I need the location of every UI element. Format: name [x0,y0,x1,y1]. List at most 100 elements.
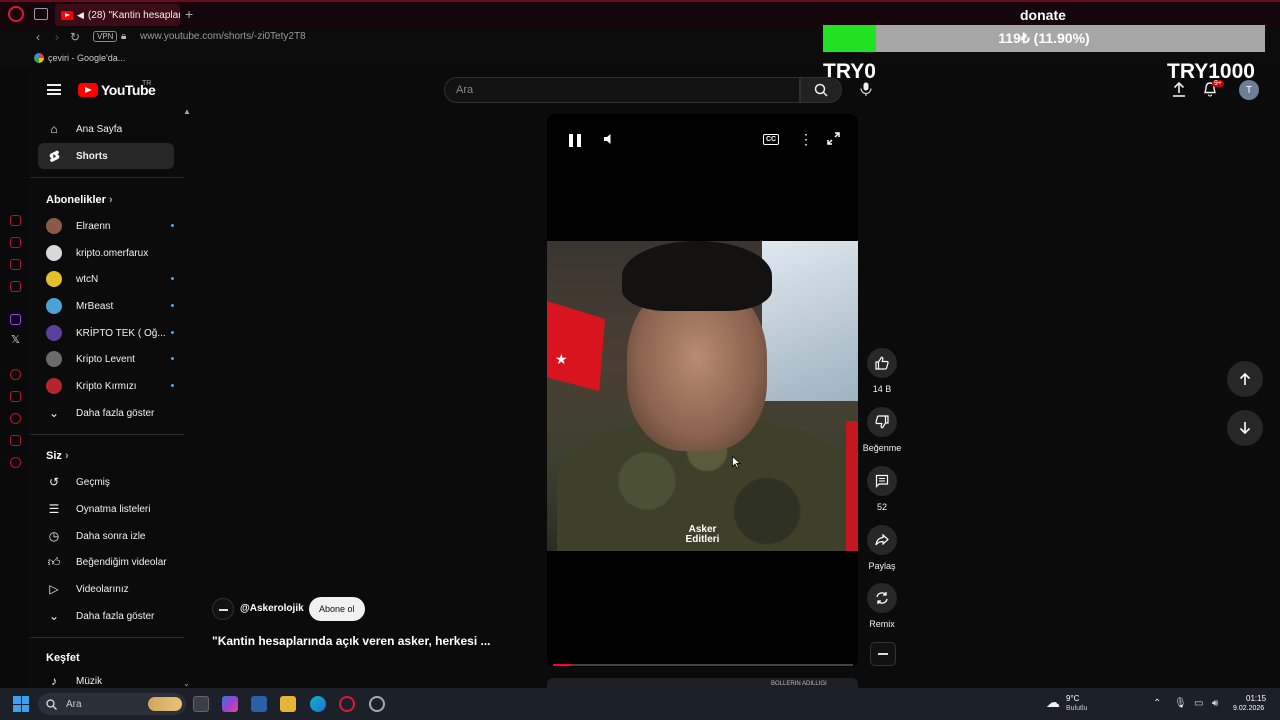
sidebar-item-history[interactable]: ↺ Geçmiş [38,469,174,495]
task-view-icon[interactable] [193,696,209,712]
clock-date[interactable]: 9.02.2026 [1233,705,1264,712]
weather-icon[interactable]: ☁︎ [1046,694,1060,711]
subscriptions-title[interactable]: Abonelikler › [46,194,113,206]
subscription-item[interactable]: Elraenn [38,213,174,239]
subscription-label: wtcN [76,273,99,285]
opera-logo-icon[interactable] [8,6,24,22]
thumbs-down-icon [875,415,889,429]
subscription-item[interactable]: Kripto Levent [38,346,174,372]
workspace-icon[interactable] [34,8,48,20]
channel-name[interactable]: @Askerolojik [240,603,304,614]
lock-icon[interactable]: 🔒︎ [121,31,126,42]
sidebar-item-your-videos[interactable]: ▷ Videolarınız [38,576,174,602]
you-section-title[interactable]: Siz › [46,450,69,462]
notification-badge: 9+ [1212,80,1224,87]
avatar[interactable]: T [1239,80,1259,100]
like-action[interactable]: 14 B [862,348,902,394]
browser-tab-active[interactable]: ◀ (28) "Kantin hesapların [55,4,180,26]
subscription-item[interactable]: MrBeast [38,293,174,319]
back-icon[interactable]: ‹ [36,30,40,44]
channel-avatar[interactable] [212,598,234,620]
microphone-icon[interactable] [860,82,872,99]
reload-icon[interactable]: ↻ [70,30,80,44]
playback-progress-bar[interactable] [553,664,853,666]
chevron-down-icon: ⌄ [48,609,60,623]
vpn-badge[interactable]: VPN [93,31,118,42]
search-icon [46,698,57,710]
chevron-right-icon: › [64,450,69,462]
sidebar-app-icon[interactable] [10,413,21,424]
sidebar-scroll-down-icon[interactable]: ⌄ [183,679,190,688]
sidebar-app-icon[interactable] [10,435,21,446]
sidebar-item-liked-videos[interactable]: 👍︎ Beğendiğim videolar [38,549,174,575]
sidebar-app-icon[interactable] [10,259,21,270]
remix-button[interactable] [867,583,897,613]
sidebar-app-icon[interactable] [10,237,21,248]
like-button[interactable] [867,348,897,378]
weather-temperature: 9°C [1066,694,1080,703]
url-field[interactable]: www.youtube.com/shorts/-zi0Tety2T8 [140,31,306,42]
copilot-icon[interactable] [222,696,238,712]
shorts-player[interactable]: ★ Asker Editleri CC ⋮ [547,114,858,667]
menu-icon[interactable] [47,84,61,95]
playlist-icon: ☰ [48,502,60,516]
opera-gx-icon[interactable] [339,696,355,712]
search-button[interactable] [800,77,842,103]
fullscreen-icon[interactable] [827,132,840,148]
search-input[interactable]: Ara [444,77,800,103]
remix-action[interactable]: Remix [862,583,902,629]
share-button[interactable] [867,525,897,555]
sound-thumbnail[interactable] [870,642,896,666]
comments-button[interactable] [867,466,897,496]
x-icon[interactable]: 𝕏 [11,333,20,346]
show-more-subscriptions-button[interactable]: ⌄ Daha fazla göster [38,400,174,426]
previous-short-button[interactable] [1227,361,1263,397]
sidebar-app-icon[interactable] [10,369,21,380]
subscribe-button[interactable]: Abone ol [309,597,365,621]
app-icon[interactable] [369,696,385,712]
subscription-item[interactable]: Kripto Kırmızı [38,373,174,399]
settings-icon[interactable] [10,457,21,468]
comments-action[interactable]: 52 [862,466,902,512]
edge-icon[interactable] [310,696,326,712]
next-short-button[interactable] [1227,410,1263,446]
subscription-item[interactable]: kripto.omerfarux [38,240,174,266]
pause-icon[interactable] [569,134,581,147]
music-icon: ♪ [51,674,57,688]
twitch-icon[interactable] [10,314,21,325]
store-icon[interactable] [251,696,267,712]
more-options-icon[interactable]: ⋮ [799,131,813,148]
new-tab-button[interactable]: + [185,6,193,22]
display-icon[interactable]: ▭ [1194,698,1203,709]
volume-tray-icon[interactable]: 🔊︎ [1212,698,1218,709]
video-window-area [762,241,858,401]
sidebar-item-playlists[interactable]: ☰ Oynatma listeleri [38,496,174,522]
sidebar-app-icon[interactable] [10,281,21,292]
volume-icon[interactable] [603,133,615,148]
tray-overflow-icon[interactable]: ⌃ [1153,698,1161,709]
sidebar-app-icon[interactable] [10,215,21,226]
forward-icon[interactable]: › [55,30,59,44]
clock-time[interactable]: 01:15 [1246,694,1266,703]
file-explorer-icon[interactable] [280,696,296,712]
show-more-you-button[interactable]: ⌄ Daha fazla göster [38,603,174,629]
subscription-item[interactable]: KRİPTO TEK ( Oğ... [38,320,174,346]
share-action[interactable]: Paylaş [862,525,902,571]
microphone-tray-icon[interactable]: 🎙︎ [1174,698,1187,709]
windows-start-icon[interactable] [13,696,29,712]
captions-icon[interactable]: CC [763,134,780,145]
upload-icon[interactable] [1172,81,1186,100]
sidebar-item-home[interactable]: ⌂ Ana Sayfa [38,116,174,142]
dislike-button[interactable] [867,407,897,437]
dislike-action[interactable]: Beğenme [862,407,902,453]
subscription-item[interactable]: wtcN [38,266,174,292]
video-title[interactable]: "Kantin hesaplarında açık veren asker, h… [212,634,491,648]
bookmark-item[interactable]: çeviri - Google'da... [48,53,125,63]
sidebar-item-shorts[interactable]: Shorts [38,143,174,169]
sidebar-scroll-up-icon[interactable]: ▲ [183,107,191,116]
home-icon: ⌂ [50,122,58,136]
sidebar-app-icon[interactable] [10,391,21,402]
sidebar-divider [30,637,184,638]
sidebar-item-label: Videolarınız [76,583,129,595]
sidebar-item-watch-later[interactable]: ◷ Daha sonra izle [38,523,174,549]
